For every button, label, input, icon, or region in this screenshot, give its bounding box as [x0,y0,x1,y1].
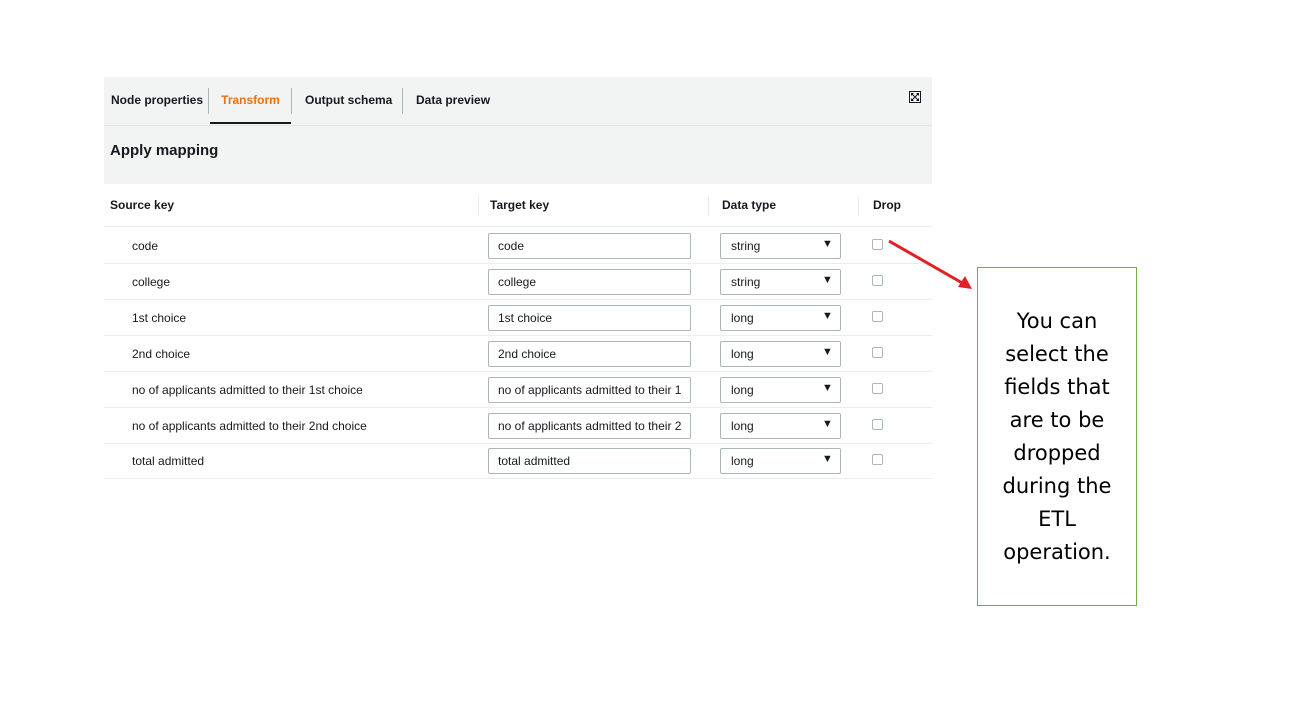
tab-divider [208,88,209,114]
drop-checkbox[interactable] [872,311,883,322]
data-type-value: long [731,419,754,433]
column-divider [858,196,859,216]
table-row: college string ▼ [104,264,932,300]
caret-down-icon: ▼ [822,418,833,430]
caret-down-icon: ▼ [822,346,833,358]
column-header-data-type: Data type [722,198,777,212]
arrow-icon [888,239,972,289]
target-key-input[interactable] [488,305,691,331]
tab-divider [291,88,292,114]
tab-transform[interactable]: Transform [210,77,291,124]
target-key-input[interactable] [488,233,691,259]
data-type-value: long [731,454,754,468]
tab-node-properties[interactable]: Node properties [111,77,203,124]
data-type-value: long [731,347,754,361]
drop-checkbox[interactable] [872,347,883,358]
source-key-cell: code [132,239,159,253]
data-type-value: long [731,383,754,397]
drop-checkbox[interactable] [872,383,883,394]
target-key-input[interactable] [488,341,691,367]
data-type-select[interactable]: string ▼ [720,269,841,295]
table-row: 2nd choice long ▼ [104,336,932,372]
source-key-cell: college [132,275,171,289]
column-header-drop: Drop [873,198,901,212]
data-type-select[interactable]: long ▼ [720,341,841,367]
data-type-value: string [731,239,761,253]
tab-divider [402,88,403,114]
data-type-select[interactable]: long ▼ [720,413,841,439]
transform-panel: Node properties Transform Output schema … [104,77,932,479]
source-key-cell: no of applicants admitted to their 2nd c… [132,419,367,433]
caret-down-icon: ▼ [822,453,833,465]
caret-down-icon: ▼ [822,310,833,322]
data-type-value: string [731,275,761,289]
caret-down-icon: ▼ [822,274,833,286]
data-type-select[interactable]: long ▼ [720,377,841,403]
column-header-target-key: Target key [490,198,550,212]
table-row: no of applicants admitted to their 1st c… [104,372,932,408]
callout-box: You can select the fields that are to be… [977,267,1137,606]
drop-checkbox[interactable] [872,419,883,430]
target-key-input[interactable] [488,377,691,403]
callout-text: You can select the fields that are to be… [1002,308,1112,564]
column-header-source-key: Source key [110,198,175,212]
table-row: no of applicants admitted to their 2nd c… [104,408,932,444]
table-header: Source key Target key Data type Drop [104,184,932,227]
data-type-value: long [731,311,754,325]
table-row: 1st choice long ▼ [104,300,932,336]
source-key-cell: 1st choice [132,311,187,325]
section-title: Apply mapping [110,142,219,159]
column-divider [478,196,479,216]
source-key-cell: no of applicants admitted to their 1st c… [132,383,363,397]
tab-output-schema[interactable]: Output schema [305,77,392,124]
data-type-select[interactable]: string ▼ [720,233,841,259]
tab-bar: Node properties Transform Output schema … [104,77,932,126]
target-key-input[interactable] [488,269,691,295]
data-type-select[interactable]: long ▼ [720,448,841,474]
table-row: code string ▼ [104,228,932,264]
table-row: total admitted long ▼ [104,443,932,479]
source-key-cell: 2nd choice [132,347,191,361]
column-divider [708,196,709,216]
tab-data-preview[interactable]: Data preview [416,77,490,124]
caret-down-icon: ▼ [822,382,833,394]
caret-down-icon: ▼ [822,238,833,250]
expand-icon[interactable] [909,91,921,103]
apply-mapping-header: Apply mapping [104,126,932,184]
drop-checkbox[interactable] [872,454,883,465]
target-key-input[interactable] [488,413,691,439]
data-type-select[interactable]: long ▼ [720,305,841,331]
source-key-cell: total admitted [132,454,205,468]
target-key-input[interactable] [488,448,691,474]
